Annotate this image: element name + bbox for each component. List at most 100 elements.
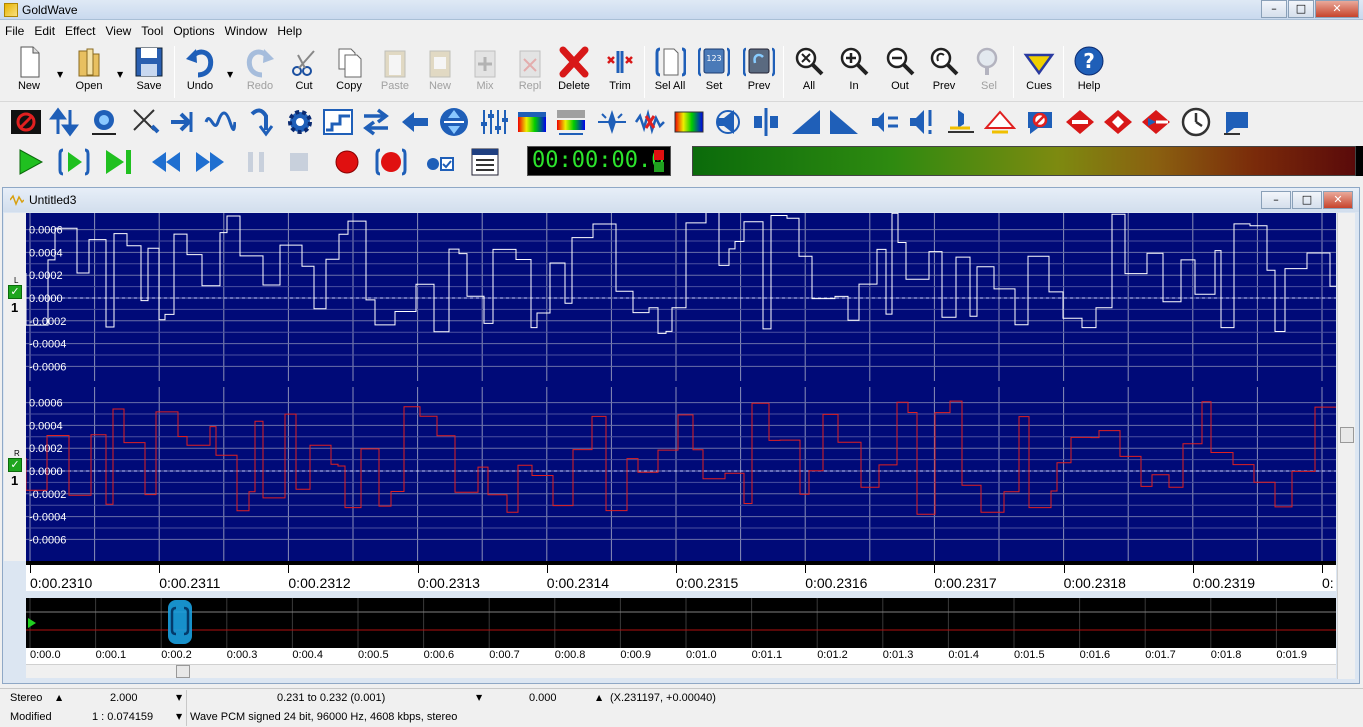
dynamics-icon[interactable] (322, 106, 354, 138)
help-button[interactable]: ? Help (1066, 45, 1112, 99)
menu-edit[interactable]: Edit (29, 24, 60, 38)
speech-tools-icon[interactable] (1220, 106, 1252, 138)
copy-button[interactable]: Copy (326, 45, 372, 99)
waveform-canvas[interactable]: 0.00060.00040.00020.0000-0.0002-0.0004-0… (26, 213, 1336, 561)
pause-icon[interactable] (240, 146, 272, 178)
previous-selection-button[interactable]: Prev (736, 45, 782, 99)
new-button[interactable]: New (6, 45, 52, 99)
pop-click-icon[interactable] (596, 106, 628, 138)
close-button[interactable]: ✕ (1315, 0, 1359, 18)
play-to-end-icon[interactable] (102, 146, 134, 178)
stop-effect-icon[interactable] (10, 106, 42, 138)
menu-view[interactable]: View (101, 24, 137, 38)
dropdown-triangle-icon[interactable]: ▼ (476, 693, 482, 702)
equalizer-icon[interactable] (478, 106, 510, 138)
select-all-button[interactable]: Sel All (647, 45, 693, 99)
control-window-icon[interactable] (469, 146, 501, 178)
time-warp-clock-icon[interactable] (1180, 106, 1212, 138)
zoom-all-button[interactable]: All (786, 45, 832, 99)
redo-button[interactable]: Redo (237, 45, 283, 99)
maximize-button[interactable]: □ (1288, 0, 1314, 18)
fast-forward-icon[interactable] (194, 146, 226, 178)
auto-gain-icon[interactable] (88, 106, 120, 138)
stop-icon[interactable] (283, 146, 315, 178)
vertical-scrollbar[interactable] (1337, 213, 1355, 679)
overview-selection-marker-icon[interactable] (168, 600, 192, 644)
zoom-out-button[interactable]: Out (877, 45, 923, 99)
doppler-icon[interactable] (167, 106, 199, 138)
sound-close-button[interactable]: ✕ (1323, 191, 1353, 209)
waveform-display[interactable]: 0.0006 0.0004 0.0002 0.0000 -0.0002 -0.0004 -0… (26, 213, 1336, 561)
playback-rate-icon[interactable] (750, 106, 782, 138)
dropdown-triangle-icon[interactable]: ▼ (176, 693, 182, 702)
right-channel-enable-checkbox[interactable]: ✓ (8, 458, 22, 472)
cut-button[interactable]: Cut (281, 45, 327, 99)
dropdown-triangle-icon[interactable]: ▼ (176, 712, 182, 721)
noise-reduction-icon[interactable] (555, 106, 587, 138)
play-selection-icon[interactable] (58, 146, 90, 178)
offset-arrows-icon[interactable] (360, 106, 392, 138)
menu-options[interactable]: Options (168, 24, 219, 38)
record-selection-icon[interactable] (375, 146, 407, 178)
sound-maximize-button[interactable]: □ (1292, 191, 1322, 209)
horizontal-scrollbar[interactable] (26, 664, 1336, 678)
zoom-previous-button[interactable]: Prev (921, 45, 967, 99)
channel-mixer-diamond-icon[interactable] (1140, 106, 1172, 138)
set-selection-button[interactable]: 123 Set (691, 45, 737, 99)
delete-button[interactable]: Delete (551, 45, 597, 99)
paste-button[interactable]: Paste (372, 45, 418, 99)
time-ruler-label: 0: (1322, 575, 1334, 591)
flanger-icon[interactable] (244, 106, 276, 138)
new-dropdown-icon[interactable]: ▼ (57, 70, 63, 79)
fade-out-icon[interactable] (828, 106, 860, 138)
reverse-arrow-icon[interactable] (398, 106, 430, 138)
echo-wave-icon[interactable] (204, 106, 236, 138)
undo-button[interactable]: Undo (177, 45, 223, 99)
play-icon[interactable] (14, 146, 46, 178)
vertical-scroll-thumb[interactable] (1340, 427, 1354, 443)
open-button[interactable]: Open (66, 45, 112, 99)
menu-tool[interactable]: Tool (136, 24, 168, 38)
zoom-selection-button[interactable]: Sel (966, 45, 1012, 99)
minimize-button[interactable]: – (1261, 0, 1287, 18)
device-controls-icon[interactable] (424, 146, 456, 178)
overview-canvas[interactable] (26, 598, 1336, 648)
mix-button[interactable]: Mix (462, 45, 508, 99)
volume-shape-icon[interactable] (944, 106, 976, 138)
noise-clip-icon[interactable] (634, 106, 666, 138)
maximize-volume-icon[interactable] (906, 106, 938, 138)
invert-diamond-icon[interactable] (1064, 106, 1096, 138)
channel-swap-icon[interactable] (48, 106, 80, 138)
resize-vertical-icon[interactable] (438, 106, 470, 138)
rewind-icon[interactable] (150, 146, 182, 178)
left-channel-enable-checkbox[interactable]: ✓ (8, 285, 22, 299)
zoom-in-button[interactable]: In (831, 45, 877, 99)
volume-match-icon[interactable] (868, 106, 900, 138)
menu-effect[interactable]: Effect (60, 24, 100, 38)
open-dropdown-icon[interactable]: ▼ (117, 70, 123, 79)
fade-in-icon[interactable] (790, 106, 822, 138)
time-ruler[interactable]: 0:00.2310 0:00.2311 0:00.2312 0:00.2313 0:00… (26, 561, 1336, 591)
menu-help[interactable]: Help (272, 24, 307, 38)
pan-speaker-icon[interactable] (712, 106, 744, 138)
stop-speech-icon[interactable] (1024, 106, 1056, 138)
sound-minimize-button[interactable]: – (1261, 191, 1291, 209)
trim-button[interactable]: Trim (597, 45, 643, 99)
mid-side-diamond-icon[interactable] (1102, 106, 1134, 138)
menu-file[interactable]: File (0, 24, 29, 38)
save-button[interactable]: Save (126, 45, 172, 99)
cues-button[interactable]: Cues (1016, 45, 1062, 99)
paste-new-button[interactable]: New (417, 45, 463, 99)
undo-dropdown-icon[interactable]: ▼ (227, 70, 233, 79)
menu-window[interactable]: Window (220, 24, 273, 38)
silence-insert-icon[interactable] (984, 106, 1016, 138)
compressor-icon[interactable] (130, 106, 162, 138)
time-ruler-label: 0:00.2316 (805, 575, 868, 591)
mechanize-gear-icon[interactable] (284, 106, 316, 138)
spectrum-filter-icon[interactable] (516, 106, 548, 138)
spectrum-icon[interactable] (673, 106, 705, 138)
replace-button[interactable]: Repl (507, 45, 553, 99)
overview-display[interactable] (26, 598, 1336, 648)
horizontal-scroll-thumb[interactable] (176, 665, 190, 678)
record-icon[interactable] (331, 146, 363, 178)
